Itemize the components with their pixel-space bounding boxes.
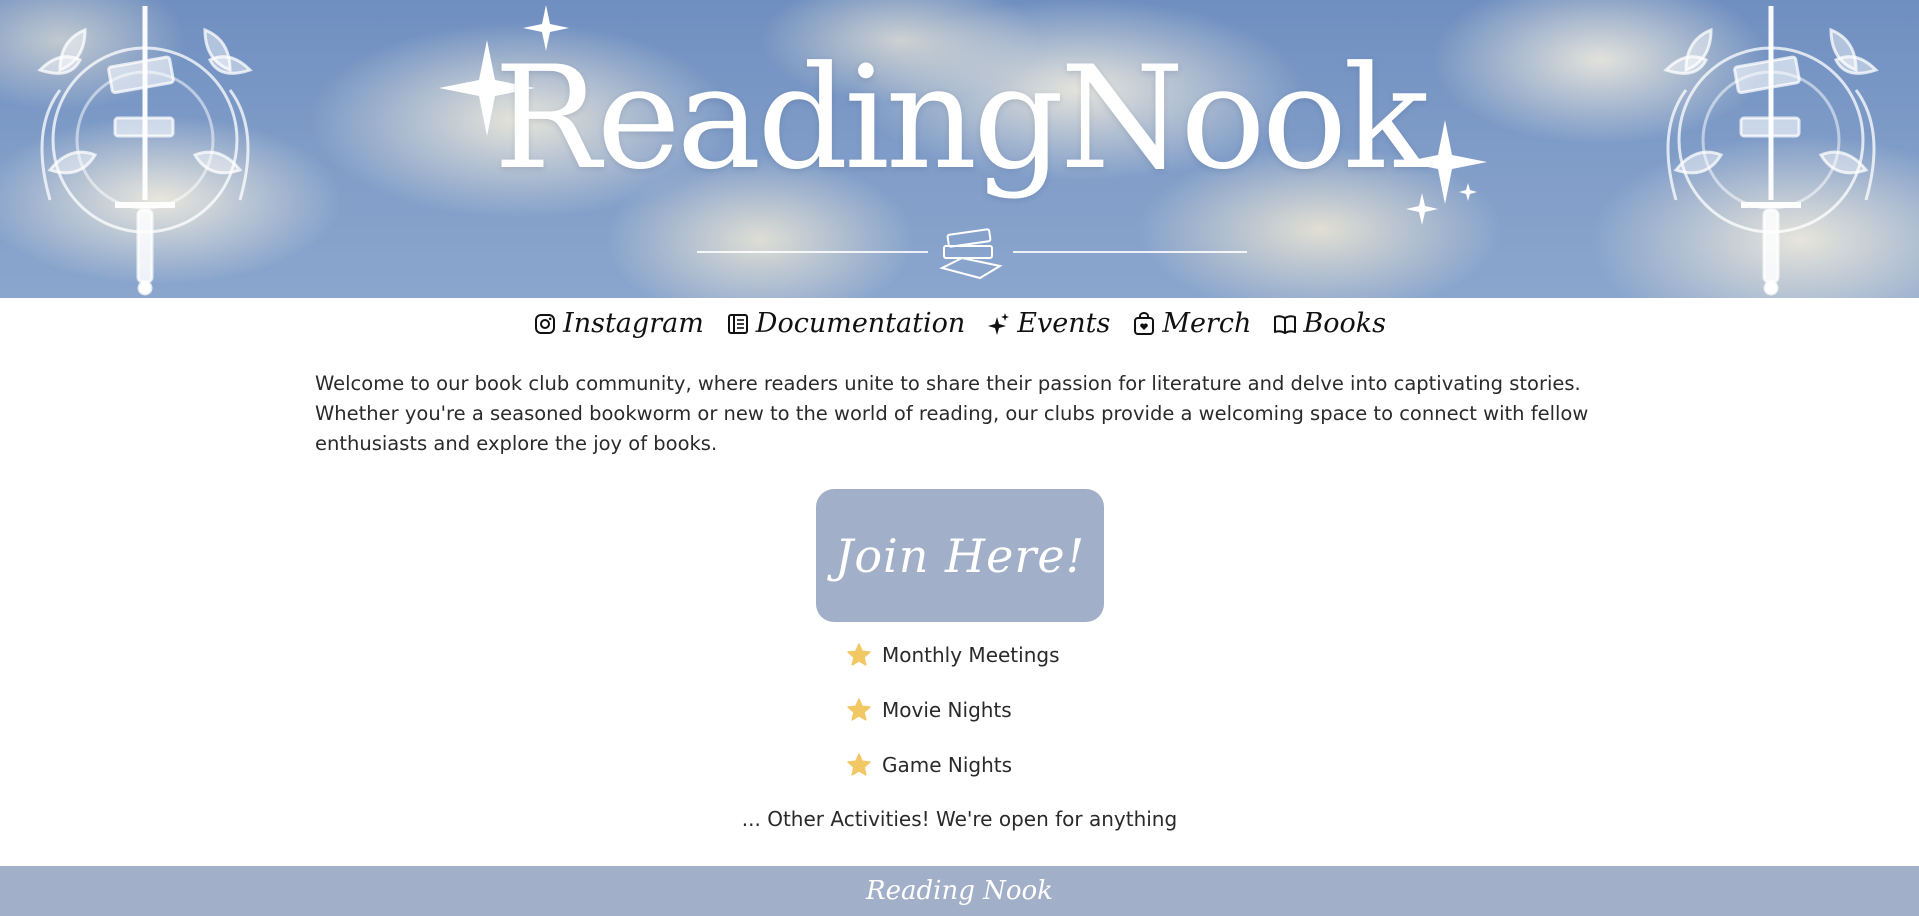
sparkles-icon xyxy=(988,313,1010,335)
nav-label: Merch xyxy=(1162,308,1252,339)
intro-paragraph: Welcome to our book club community, wher… xyxy=(315,372,1589,455)
open-book-icon xyxy=(1274,315,1297,334)
list-item: Monthly Meetings xyxy=(846,642,1060,668)
nav-item-documentation[interactable]: Documentation xyxy=(726,307,965,341)
shopping-bag-icon xyxy=(1134,312,1155,335)
list-item: Movie Nights xyxy=(846,697,1012,723)
activity-label: Monthly Meetings xyxy=(882,643,1060,667)
document-icon xyxy=(727,314,748,334)
nav-label: Books xyxy=(1303,308,1386,339)
nav-item-instagram[interactable]: Instagram xyxy=(533,307,704,341)
join-button-label: Join Here! xyxy=(834,528,1086,583)
activity-label: Movie Nights xyxy=(882,698,1012,722)
star-icon xyxy=(847,643,871,666)
nav-item-books[interactable]: Books xyxy=(1273,307,1386,341)
nav-label: Documentation xyxy=(755,308,966,339)
instagram-icon xyxy=(535,314,556,334)
main-nav: Instagram Documentation Events Merch Boo… xyxy=(0,306,1919,342)
books-divider xyxy=(697,228,1247,280)
join-button[interactable]: Join Here! xyxy=(816,489,1104,622)
site-title: ReadingNook xyxy=(493,36,1430,201)
nav-label: Events xyxy=(1017,308,1111,339)
activity-label: Game Nights xyxy=(882,753,1013,777)
other-activities-text: ... Other Activities! We're open for any… xyxy=(741,807,1178,831)
nav-item-events[interactable]: Events xyxy=(987,307,1110,341)
footer-title: Reading Nook xyxy=(866,876,1053,906)
star-icon xyxy=(847,698,871,721)
footer: Reading Nook xyxy=(0,866,1919,916)
list-item: Game Nights xyxy=(846,752,1012,778)
nav-item-merch[interactable]: Merch xyxy=(1132,307,1251,341)
nav-label: Instagram xyxy=(563,308,704,339)
star-icon xyxy=(847,753,871,776)
header-banner: ReadingNook xyxy=(0,0,1919,298)
